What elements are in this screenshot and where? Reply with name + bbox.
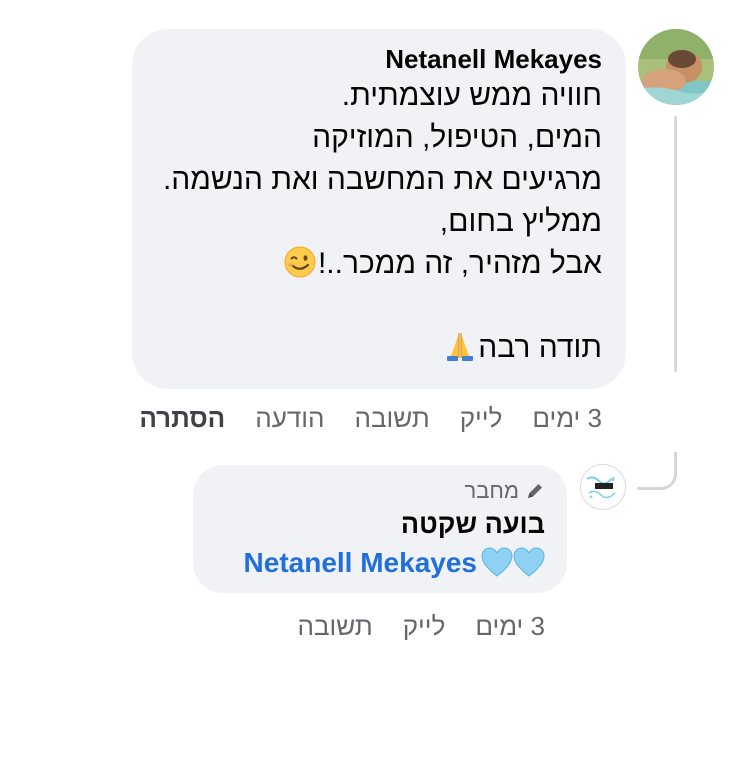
comment-line-6 [156,285,602,327]
reply-bubble: מחבר בועה שקטה Netanell Mekayes [193,465,567,593]
comment-line-7-wrap: תודה רבה [156,327,602,369]
comment-line-4: ממליץ בחום, [439,205,602,238]
comment-line-5-wrap: אבל מזהיר, זה ממכר..! [156,243,602,285]
thread-line [674,116,677,372]
winking-face-icon [284,246,316,278]
folded-hands-icon [447,333,474,361]
pencil-icon [528,484,542,498]
commenter-avatar[interactable] [638,29,714,105]
mention-link[interactable]: Netanell Mekayes [244,543,477,583]
author-badge: מחבר [215,477,545,505]
hide-button[interactable]: הסתרה [139,403,225,434]
comment-timestamp[interactable]: 3 ימים [532,403,602,434]
reply-timestamp[interactable]: 3 ימים [475,611,545,642]
comment-actions: 3 ימים לייק תשובה הודעה הסתרה [139,403,602,434]
page-logo-icon [581,465,625,509]
light-blue-hearts-icon [481,547,545,577]
reply-author-name[interactable]: בועה שקטה [215,505,545,543]
reply-text: Netanell Mekayes [215,543,545,583]
reply-reply-button[interactable]: תשובה [298,611,373,642]
comment-line-1: חוויה ממש עוצמתית. [341,79,602,112]
commenter-photo [638,29,714,105]
reply-like-button[interactable]: לייק [403,611,446,642]
reply-actions: 3 ימים לייק תשובה [298,611,546,642]
author-badge-label: מחבר [464,478,519,503]
reply-button[interactable]: תשובה [355,403,430,434]
like-button[interactable]: לייק [460,403,503,434]
reply-author-avatar[interactable] [580,464,626,510]
comment-line-7: תודה רבה [478,331,602,364]
message-button[interactable]: הודעה [255,403,324,434]
thread-connector [637,452,677,490]
comment-line-2: המים, הטיפול, המוזיקה [312,121,602,154]
comment-author-name[interactable]: Netanell Mekayes [156,43,602,75]
comment-line-3: מרגיעים את המחשבה ואת הנשמה. [162,163,602,196]
comment-line-5: אבל מזהיר, זה ממכר..! [317,247,602,280]
comment-bubble: Netanell Mekayes חוויה ממש עוצמתית. המים… [132,29,626,389]
